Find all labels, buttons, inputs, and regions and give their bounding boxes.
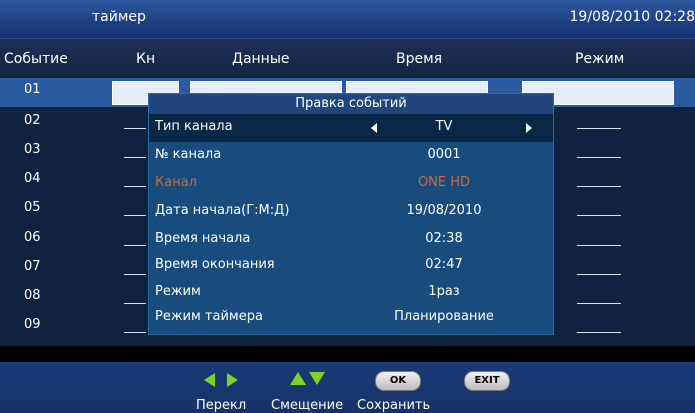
row-number: 07 [24, 259, 41, 274]
row-number: 03 [24, 142, 41, 157]
channel-placeholder [124, 157, 146, 158]
header-event: Событие [4, 51, 68, 67]
field-label: Режим [155, 284, 201, 299]
mode-placeholder [577, 128, 621, 129]
header-time: Время [396, 51, 443, 67]
arrow-up-icon[interactable] [290, 372, 306, 385]
channel-placeholder [124, 128, 146, 129]
row-number: 06 [24, 230, 41, 245]
mode-placeholder [577, 245, 621, 246]
mode-placeholder [577, 157, 621, 158]
field-value: 0001 [427, 147, 461, 162]
field-value: 02:38 [425, 231, 463, 246]
row-number: 04 [24, 171, 41, 186]
channel-placeholder [124, 303, 146, 304]
header-data: Данные [232, 51, 290, 67]
field-value: Планирование [394, 309, 494, 324]
channel-placeholder [124, 274, 146, 275]
move-label: Смещение [271, 398, 344, 413]
field-start-date[interactable]: Дата начала(Г:М:Д) 19/08/2010 [149, 198, 553, 226]
field-label: № канала [155, 147, 222, 162]
field-label: Время начала [155, 231, 251, 246]
channel-placeholder [124, 186, 146, 187]
field-value: 19/08/2010 [406, 203, 482, 218]
switch-label: Перекл [196, 398, 247, 413]
field-repeat-mode[interactable]: Режим 1раз [149, 279, 553, 307]
ok-button[interactable]: OK [375, 371, 421, 391]
header-channel: Кн [136, 51, 156, 67]
title-bar: таймер 19/08/2010 02:28 [0, 0, 695, 38]
channel-placeholder [124, 245, 146, 246]
mode-placeholder [577, 186, 621, 187]
row-number: 02 [24, 113, 41, 128]
field-value: 1раз [428, 284, 460, 299]
divider [0, 346, 695, 362]
row-number: 08 [24, 288, 41, 303]
table-header: Событие Кн Данные Время Режим [0, 38, 695, 77]
row-number: 01 [24, 82, 41, 97]
field-label: Время окончания [155, 257, 275, 272]
save-label: Сохранить [357, 398, 431, 413]
arrow-right-icon[interactable] [227, 373, 238, 387]
field-label: Канал [155, 175, 197, 190]
arrow-left-icon[interactable] [204, 373, 215, 387]
field-value: 02:47 [425, 257, 463, 272]
key-help-bar: OK EXIT Перекл Смещение Сохранить [0, 362, 695, 413]
channel-placeholder [124, 332, 146, 333]
channel-placeholder [124, 215, 146, 216]
field-label: Дата начала(Г:М:Д) [155, 203, 290, 218]
field-value: ONE HD [417, 175, 471, 190]
row-number: 05 [24, 200, 41, 215]
mode-placeholder [577, 332, 621, 333]
exit-button[interactable]: EXIT [464, 371, 510, 391]
arrow-down-icon[interactable] [309, 372, 325, 385]
field-end-time[interactable]: Время окончания 02:47 [149, 252, 553, 280]
header-mode: Режим [575, 51, 625, 67]
field-channel-type[interactable]: Тип канала TV [149, 114, 553, 142]
mode-placeholder [577, 215, 621, 216]
screen-title: таймер [92, 9, 146, 25]
mode-placeholder [577, 303, 621, 304]
field-start-time[interactable]: Время начала 02:38 [149, 226, 553, 254]
datetime-display: 19/08/2010 02:28 [569, 9, 695, 25]
field-channel-name: Канал ONE HD [149, 170, 553, 198]
arrow-right-icon[interactable] [526, 123, 532, 133]
edit-event-dialog: Правка событий Тип канала TV № канала 00… [148, 93, 554, 335]
row-number: 09 [24, 317, 41, 332]
field-value: TV [435, 119, 453, 134]
mode-placeholder [577, 274, 621, 275]
field-timer-mode[interactable]: Режим таймера Планирование [149, 304, 553, 332]
field-channel-number[interactable]: № канала 0001 [149, 142, 553, 170]
field-label: Режим таймера [155, 309, 263, 324]
dialog-title: Правка событий [149, 94, 553, 114]
field-label: Тип канала [155, 119, 233, 134]
